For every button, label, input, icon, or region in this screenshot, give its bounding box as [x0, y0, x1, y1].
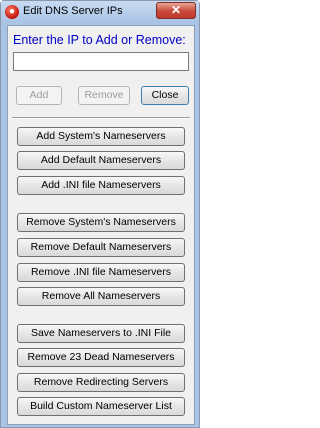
title-bar[interactable]: ● Edit DNS Server IPs ✕	[1, 1, 199, 23]
save-nameservers-ini-button[interactable]: Save Nameservers to .INI File	[17, 324, 185, 343]
app-icon[interactable]: ●	[5, 5, 19, 19]
remove-dead-nameservers-button[interactable]: Remove 23 Dead Nameservers	[17, 348, 185, 367]
window-close-button[interactable]: ✕	[156, 2, 196, 19]
remove-system-nameservers-button[interactable]: Remove System's Nameservers	[17, 213, 185, 232]
remove-redirecting-servers-button[interactable]: Remove Redirecting Servers	[17, 373, 185, 392]
add-button[interactable]: Add	[16, 86, 62, 105]
remove-all-nameservers-button[interactable]: Remove All Nameservers	[17, 287, 185, 306]
remove-ini-nameservers-button[interactable]: Remove .INI file Nameservers	[17, 263, 185, 282]
window-title: Edit DNS Server IPs	[23, 5, 123, 17]
ip-prompt-label: Enter the IP to Add or Remove:	[13, 33, 186, 47]
add-default-nameservers-button[interactable]: Add Default Nameservers	[17, 151, 185, 170]
remove-default-nameservers-button[interactable]: Remove Default Nameservers	[17, 238, 185, 257]
remove-button[interactable]: Remove	[78, 86, 130, 105]
dns-editor-window: ● Edit DNS Server IPs ✕ Enter the IP to …	[0, 0, 200, 428]
close-button[interactable]: Close	[141, 86, 189, 105]
add-ini-nameservers-button[interactable]: Add .INI file Nameservers	[17, 176, 185, 195]
add-system-nameservers-button[interactable]: Add System's Nameservers	[17, 127, 185, 146]
ip-input[interactable]	[13, 52, 189, 71]
build-custom-nameserver-list-button[interactable]: Build Custom Nameserver List	[17, 397, 185, 416]
client-area: Enter the IP to Add or Remove: Add Remov…	[7, 25, 195, 425]
separator	[12, 117, 190, 119]
